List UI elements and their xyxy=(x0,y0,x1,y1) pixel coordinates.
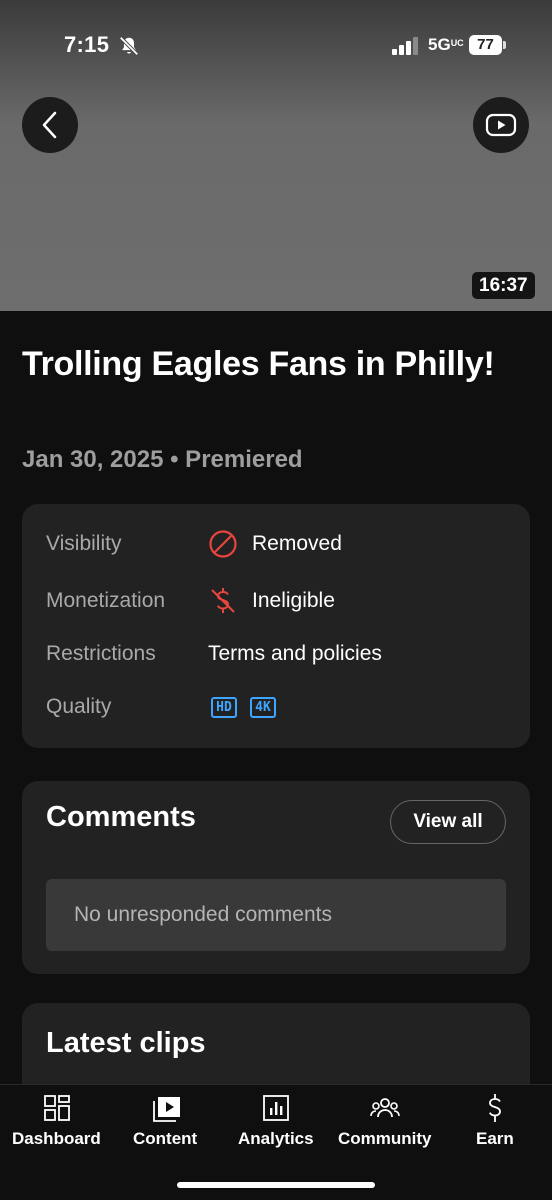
nav-earn[interactable]: Earn xyxy=(442,1085,552,1160)
chevron-left-icon xyxy=(42,111,57,139)
back-button[interactable] xyxy=(22,97,78,153)
status-time: 7:15 xyxy=(64,32,110,57)
nav-community-label: Community xyxy=(338,1129,432,1148)
signal-icon xyxy=(392,37,418,55)
nav-community[interactable]: Community xyxy=(330,1085,442,1160)
home-indicator[interactable] xyxy=(177,1182,375,1188)
video-duration: 16:37 xyxy=(472,272,535,299)
youtube-play-icon xyxy=(485,113,517,137)
nav-content-label: Content xyxy=(133,1129,198,1148)
content-icon xyxy=(153,1097,180,1122)
restrictions-value[interactable]: Terms and policies xyxy=(208,642,382,666)
nav-dashboard-label: Dashboard xyxy=(12,1129,101,1148)
latest-clips-title: Latest clips xyxy=(46,1027,206,1059)
video-meta: Jan 30, 2025 • Premiered xyxy=(22,446,303,473)
network-type: 5GUC xyxy=(428,35,464,54)
comments-card: Comments View all No unresponded comment… xyxy=(22,781,530,974)
nav-dashboard[interactable]: Dashboard xyxy=(0,1085,112,1160)
nav-earn-label: Earn xyxy=(476,1129,514,1148)
restrictions-label: Restrictions xyxy=(46,642,156,665)
battery-icon: 77 xyxy=(469,35,506,55)
visibility-value: Removed xyxy=(252,532,342,555)
monetization-value: Ineligible xyxy=(252,589,335,612)
comments-title: Comments xyxy=(46,801,196,833)
bell-muted-icon xyxy=(119,36,139,56)
battery-level: 77 xyxy=(477,36,494,53)
nav-content[interactable]: Content xyxy=(112,1085,222,1160)
network-suffix: UC xyxy=(450,38,464,48)
analytics-icon xyxy=(263,1095,289,1121)
video-title: Trolling Eagles Fans in Philly! xyxy=(22,345,495,383)
blocked-icon xyxy=(209,530,237,558)
visibility-label: Visibility xyxy=(46,532,122,555)
hd-badge: HD xyxy=(211,697,237,718)
4k-badge: 4K xyxy=(250,697,276,718)
quality-label: Quality xyxy=(46,695,112,718)
view-all-comments-button[interactable]: View all xyxy=(390,800,506,844)
nav-analytics[interactable]: Analytics xyxy=(222,1085,330,1160)
status-bar: 7:15 5GUC 77 xyxy=(0,0,552,92)
monetization-label: Monetization xyxy=(46,589,166,612)
nav-analytics-label: Analytics xyxy=(238,1129,314,1148)
empty-comments-message: No unresponded comments xyxy=(46,879,506,951)
community-icon xyxy=(370,1098,400,1118)
video-details-card: Visibility Removed Monetization Ineligib… xyxy=(22,504,530,748)
open-in-youtube-button[interactable] xyxy=(473,97,529,153)
no-money-icon xyxy=(211,588,235,613)
video-thumbnail[interactable]: 7:15 5GUC 77 16:37 xyxy=(0,0,552,311)
dashboard-icon xyxy=(44,1095,70,1121)
earn-icon xyxy=(489,1094,501,1122)
